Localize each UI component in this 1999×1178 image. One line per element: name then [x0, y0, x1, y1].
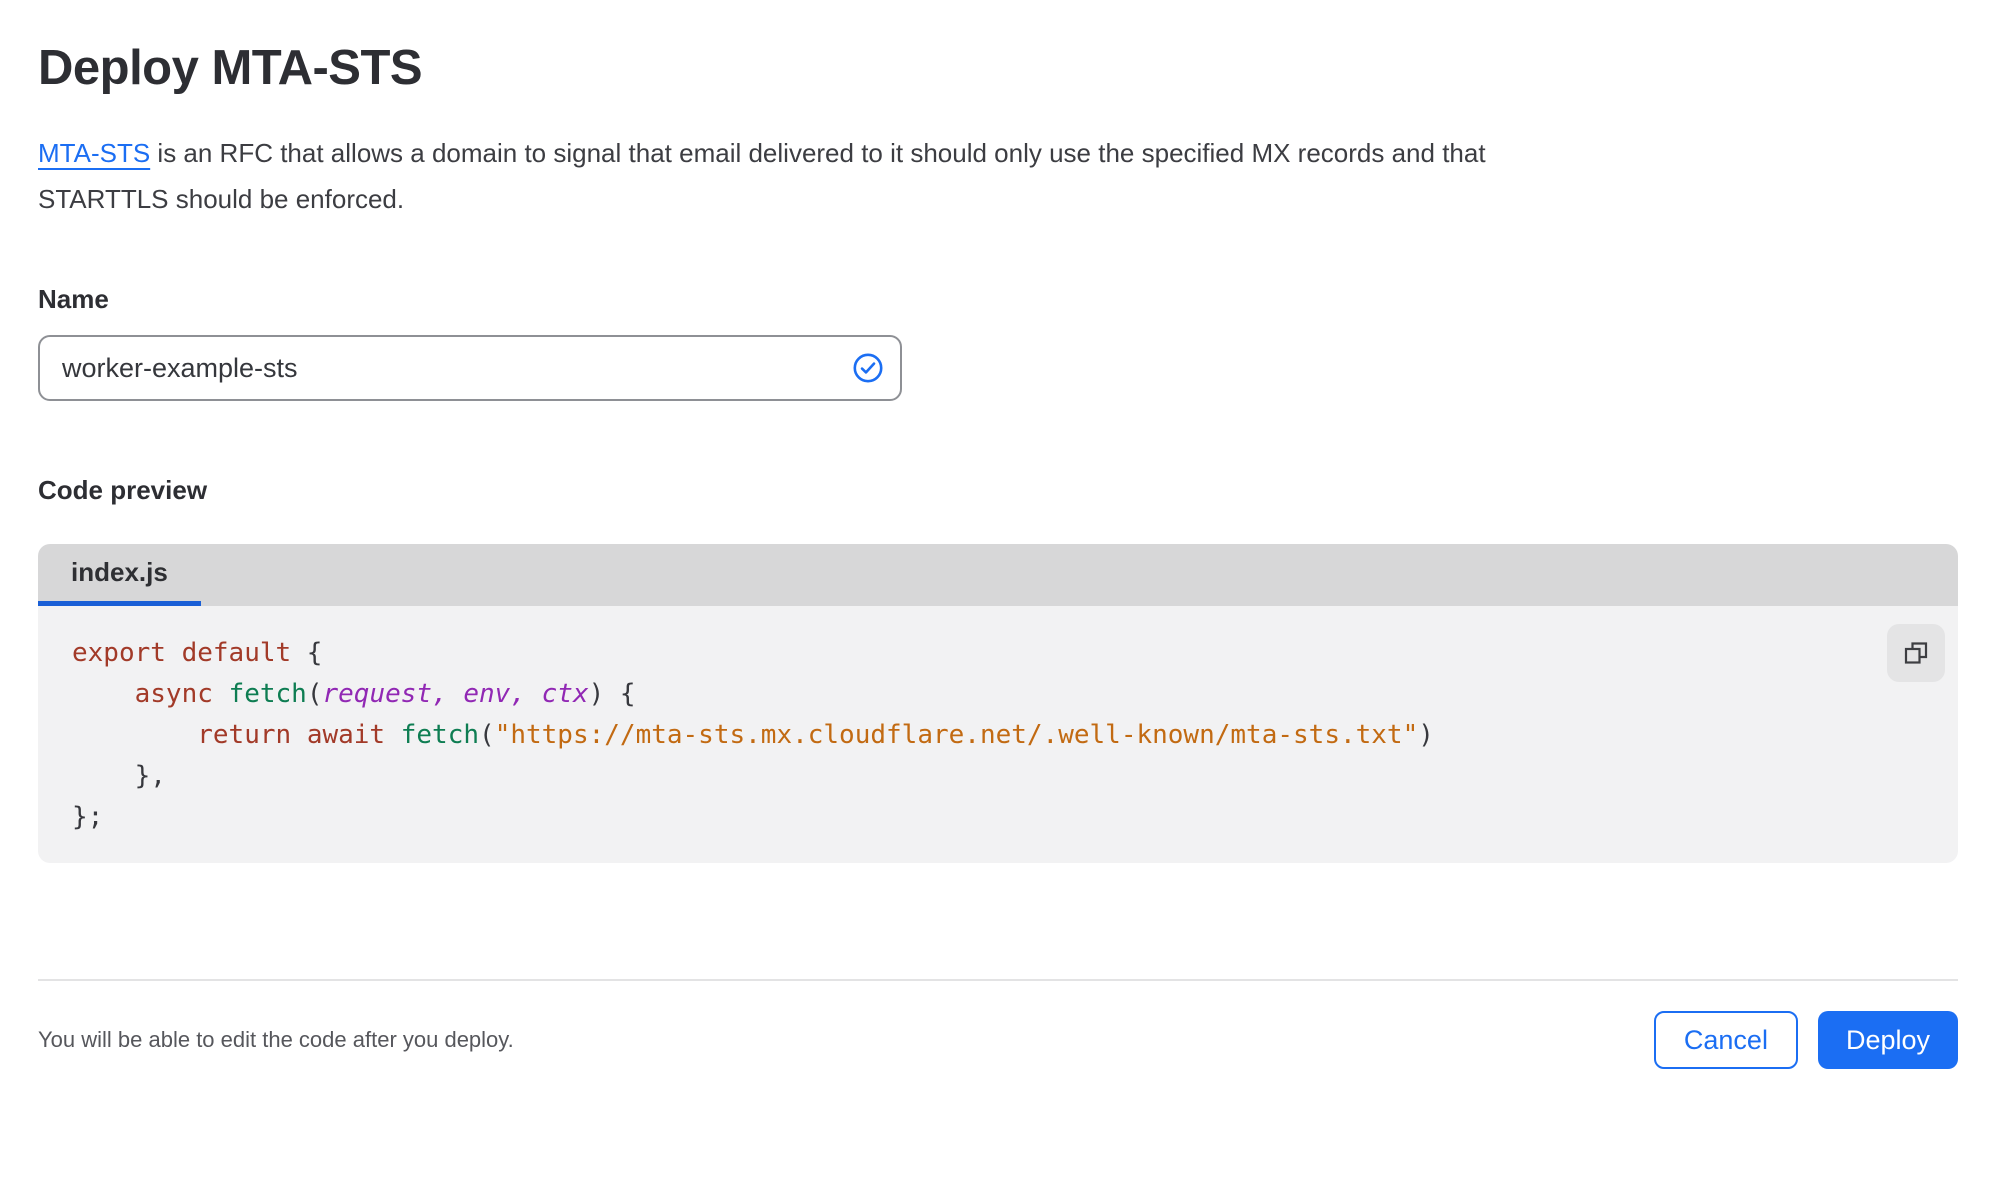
code-editor-area: export default { async fetch(request, en…: [38, 606, 1958, 863]
footer-bar: You will be able to edit the code after …: [38, 1011, 1958, 1069]
code-lines: export default { async fetch(request, en…: [72, 633, 1868, 838]
footer-buttons: Cancel Deploy: [1653, 1011, 1958, 1069]
deploy-button[interactable]: Deploy: [1817, 1011, 1958, 1069]
intro-text: MTA-STS is an RFC that allows a domain t…: [38, 130, 1518, 222]
tab-index-js-label: index.js: [71, 557, 168, 587]
mta-sts-link[interactable]: MTA-STS: [38, 138, 150, 168]
deploy-mta-sts-page: Deploy MTA-STS MTA-STS is an RFC that al…: [0, 40, 1999, 1069]
footer-note: You will be able to edit the code after …: [38, 1027, 514, 1052]
code-tab-bar: index.js: [38, 544, 1958, 606]
tab-index-js[interactable]: index.js: [38, 544, 201, 606]
check-circle-icon: [852, 352, 884, 384]
code-preview-label: Code preview: [38, 475, 208, 505]
code-line: export default {: [72, 638, 323, 668]
code-preview-box: index.js export default { async fetch(re…: [38, 544, 1958, 863]
copy-button[interactable]: [1887, 624, 1945, 682]
cancel-button[interactable]: Cancel: [1653, 1011, 1798, 1069]
page-title: Deploy MTA-STS: [38, 41, 423, 95]
name-input[interactable]: [38, 335, 902, 401]
code-line: };: [72, 802, 104, 832]
name-input-wrap: [38, 335, 902, 401]
code-line: },: [72, 761, 166, 791]
footer-divider: [38, 979, 1958, 981]
intro-text-body: is an RFC that allows a domain to signal…: [38, 138, 1486, 214]
code-line: return await fetch("https://mta-sts.mx.c…: [197, 720, 1434, 750]
copy-icon: [1901, 638, 1931, 668]
name-label: Name: [38, 284, 109, 314]
code-line: async fetch(request, env, ctx) {: [134, 679, 636, 709]
